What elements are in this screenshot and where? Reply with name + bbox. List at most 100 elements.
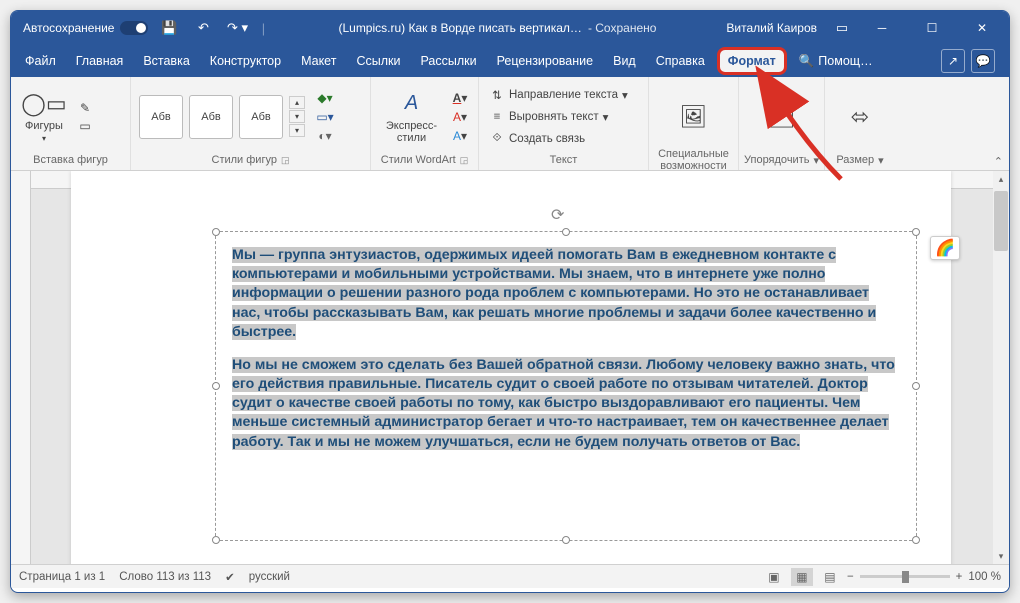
- print-layout-icon[interactable]: ▦: [791, 568, 813, 586]
- spellcheck-icon[interactable]: ✔: [225, 570, 235, 584]
- size-button[interactable]: ⬄: [835, 101, 885, 133]
- text-outline-icon[interactable]: A▾: [450, 109, 470, 125]
- resize-handle[interactable]: [212, 536, 220, 544]
- ribbon-options-icon[interactable]: ▭: [829, 15, 855, 41]
- separator: |: [258, 15, 268, 41]
- group-label: Вставка фигур: [19, 152, 122, 168]
- tab-references[interactable]: Ссылки: [346, 45, 410, 77]
- gallery-more-icon[interactable]: ▾: [289, 124, 305, 137]
- alt-text-icon: 🖼: [678, 103, 710, 131]
- direction-icon: ⇅: [489, 88, 505, 102]
- zoom-slider[interactable]: [860, 575, 950, 578]
- toggle-switch-icon[interactable]: [120, 21, 148, 35]
- web-layout-icon[interactable]: ▤: [819, 568, 841, 586]
- edit-shape-icon[interactable]: ✎: [75, 100, 95, 116]
- shapes-icon: ◯▭: [28, 90, 60, 118]
- autosave-toggle[interactable]: Автосохранение: [23, 21, 148, 35]
- document-workspace: ⟳ 🌈 Мы — группа энтузиастов, одержимых и…: [11, 171, 1009, 564]
- ribbon: ◯▭ Фигуры▾ ✎ ▭ Вставка фигур Абв Абв Абв…: [11, 77, 1009, 171]
- tab-mailings[interactable]: Рассылки: [410, 45, 486, 77]
- shape-style-3[interactable]: Абв: [239, 95, 283, 139]
- resize-handle[interactable]: [212, 382, 220, 390]
- text-box[interactable]: 🌈 Мы — группа энтузиастов, одержимых иде…: [215, 231, 917, 541]
- maximize-button[interactable]: ☐: [909, 11, 955, 45]
- shape-effects-icon[interactable]: ◐▾: [315, 128, 335, 144]
- alt-text-button[interactable]: 🖼: [669, 101, 719, 133]
- text-direction-button[interactable]: ⇅Направление текста ▾: [487, 85, 630, 105]
- group-accessibility: 🖼 Специальные возможности: [649, 77, 739, 170]
- shape-style-2[interactable]: Абв: [189, 95, 233, 139]
- align-icon: ≡: [489, 111, 505, 123]
- language-indicator[interactable]: русский: [249, 571, 290, 583]
- user-name[interactable]: Виталий Каиров: [726, 21, 817, 35]
- minimize-button[interactable]: ─: [859, 11, 905, 45]
- resize-handle[interactable]: [912, 382, 920, 390]
- comments-icon[interactable]: 💬: [971, 49, 995, 73]
- gallery-down-icon[interactable]: ▾: [289, 110, 305, 123]
- create-link-button[interactable]: ⟐Создать связь: [487, 129, 587, 149]
- zoom-level[interactable]: 100 %: [968, 571, 1001, 583]
- tab-format[interactable]: Формат: [717, 47, 787, 75]
- document-page[interactable]: ⟳ 🌈 Мы — группа энтузиастов, одержимых и…: [71, 171, 951, 564]
- share-icon[interactable]: ↗: [941, 49, 965, 73]
- text-fill-icon[interactable]: A▾: [450, 90, 470, 106]
- scroll-up-icon[interactable]: ▴: [993, 171, 1009, 187]
- link-icon: ⟐: [489, 132, 505, 145]
- tab-help[interactable]: Справка: [646, 45, 715, 77]
- shapes-button[interactable]: ◯▭ Фигуры▾: [19, 88, 69, 145]
- gallery-up-icon[interactable]: ▴: [289, 96, 305, 109]
- align-text-button[interactable]: ≡Выровнять текст ▾: [487, 107, 610, 127]
- shape-fill-icon[interactable]: ◆▾: [315, 90, 335, 106]
- tab-file[interactable]: Файл: [15, 45, 66, 77]
- focus-mode-icon[interactable]: ▣: [763, 568, 785, 586]
- vertical-scrollbar[interactable]: ▴ ▾: [993, 171, 1009, 564]
- textbox-icon[interactable]: ▭: [75, 118, 95, 134]
- zoom-out-icon[interactable]: −: [847, 571, 854, 583]
- dialog-launcher-icon[interactable]: ◲: [281, 155, 290, 166]
- resize-handle[interactable]: [212, 228, 220, 236]
- tab-layout[interactable]: Макет: [291, 45, 346, 77]
- word-count[interactable]: Слово 113 из 113: [119, 571, 211, 583]
- titlebar: Автосохранение 💾 ↶ ↷ ▾ | (Lumpics.ru) Ка…: [11, 11, 1009, 45]
- resize-handle[interactable]: [912, 228, 920, 236]
- app-window: Автосохранение 💾 ↶ ↷ ▾ | (Lumpics.ru) Ка…: [10, 10, 1010, 593]
- text-effects-icon[interactable]: A▾: [450, 128, 470, 144]
- tab-insert[interactable]: Вставка: [133, 45, 199, 77]
- redo-icon[interactable]: ↷ ▾: [224, 15, 250, 41]
- tab-home[interactable]: Главная: [66, 45, 134, 77]
- tab-view[interactable]: Вид: [603, 45, 646, 77]
- group-size: ⬄ Размер ▾: [825, 77, 895, 170]
- wordart-icon: A: [396, 90, 428, 118]
- shape-style-1[interactable]: Абв: [139, 95, 183, 139]
- paragraph-1[interactable]: Мы — группа энтузиастов, одержимых идеей…: [232, 246, 900, 342]
- save-icon[interactable]: 💾: [156, 15, 182, 41]
- document-title: (Lumpics.ru) Как в Ворде писать вертикал…: [338, 21, 581, 35]
- page-indicator[interactable]: Страница 1 из 1: [19, 571, 105, 583]
- scroll-thumb[interactable]: [994, 191, 1008, 251]
- close-button[interactable]: ✕: [959, 11, 1005, 45]
- group-arrange: 🗂 Упорядочить ▾: [739, 77, 825, 170]
- vertical-ruler[interactable]: [11, 171, 31, 564]
- resize-handle[interactable]: [562, 228, 570, 236]
- resize-handle[interactable]: [912, 536, 920, 544]
- statusbar: Страница 1 из 1 Слово 113 из 113 ✔ русск…: [11, 564, 1009, 588]
- dialog-launcher-icon[interactable]: ◲: [460, 155, 469, 166]
- arrange-button[interactable]: 🗂: [757, 101, 807, 133]
- scroll-down-icon[interactable]: ▾: [993, 548, 1009, 564]
- group-insert-shapes: ◯▭ Фигуры▾ ✎ ▭ Вставка фигур: [11, 77, 131, 170]
- layout-options-icon[interactable]: 🌈: [930, 236, 960, 260]
- arrange-icon: 🗂: [766, 103, 798, 131]
- tell-me-search[interactable]: 🔍 Помощ…: [789, 45, 883, 77]
- resize-handle[interactable]: [562, 536, 570, 544]
- paragraph-2[interactable]: Но мы не сможем это сделать без Вашей об…: [232, 356, 900, 452]
- express-styles-button[interactable]: A Экспресс-стили: [379, 88, 444, 146]
- tab-design[interactable]: Конструктор: [200, 45, 291, 77]
- rotate-handle-icon[interactable]: ⟳: [551, 205, 564, 225]
- undo-icon[interactable]: ↶: [190, 15, 216, 41]
- tab-review[interactable]: Рецензирование: [487, 45, 604, 77]
- zoom-in-icon[interactable]: +: [956, 571, 963, 583]
- group-text: ⇅Направление текста ▾ ≡Выровнять текст ▾…: [479, 77, 649, 170]
- shape-outline-icon[interactable]: ▭▾: [315, 109, 335, 125]
- group-shape-styles: Абв Абв Абв ▴ ▾ ▾ ◆▾ ▭▾ ◐▾ Стили фигур◲: [131, 77, 371, 170]
- collapse-ribbon-icon[interactable]: ⌃: [994, 155, 1003, 168]
